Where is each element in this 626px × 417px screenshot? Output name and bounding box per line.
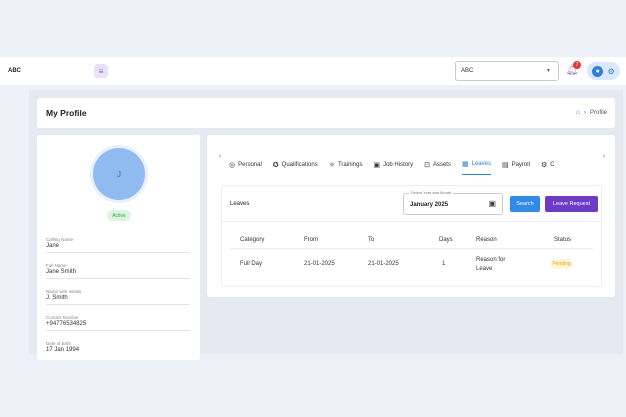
hamburger-icon: ≡ [98, 66, 104, 76]
brand-name: ABC [8, 68, 21, 74]
field-contact-number: Contact Number +94776534825 [46, 315, 190, 331]
column-header: To [368, 237, 375, 243]
tab-more[interactable]: ⚙ C [541, 147, 555, 175]
gear-icon: ⚙ [540, 161, 548, 169]
field-value: Jane Smith [46, 269, 77, 275]
field-value: +94776534825 [46, 321, 87, 327]
breadcrumb-separator: › [583, 109, 586, 116]
tab-label: Job History [383, 161, 414, 168]
field-label: Calling Name [46, 237, 74, 242]
tab-label: Personal [238, 161, 262, 168]
details-card: ‹ ◎ Personal ✪ Qualifications ⚛ Trainings ▣… [207, 135, 615, 297]
status-badge: Active [107, 210, 131, 221]
leaves-title: Leaves [230, 201, 250, 207]
leaves-panel: Leaves Select Year and Month January 202… [221, 185, 602, 287]
user-circle-icon: ◎ [229, 161, 236, 169]
chevron-down-icon: ▾ [546, 68, 550, 74]
main-content: My Profile ⌂ › Profile J Active Calling … [29, 90, 623, 360]
field-label: Date of Birth [46, 341, 72, 346]
chevron-left-icon[interactable]: ‹ [219, 147, 229, 160]
tab-label: Qualifications [281, 161, 318, 168]
field-value: 17 Jan 1994 [46, 347, 80, 353]
page-header: My Profile ⌂ › Profile [37, 98, 615, 128]
page-title: My Profile [46, 108, 87, 118]
tab-job-history[interactable]: ▣ Job History [373, 147, 413, 175]
month-picker-label: Select Year and Month [409, 190, 454, 195]
divider [222, 221, 601, 222]
cell-reason: Reason for Leave [476, 257, 506, 272]
home-icon[interactable]: ⌂ [576, 109, 580, 116]
tab-personal[interactable]: ◎ Personal [229, 147, 262, 175]
field-name-with-initials: Name with Initials J. Smith [46, 289, 190, 305]
column-header: Category [240, 237, 265, 243]
user-menu[interactable]: ● ⚙ [587, 62, 620, 80]
leave-request-button[interactable]: Leave Request [545, 196, 598, 212]
search-button[interactable]: Search [510, 196, 540, 212]
calendar-icon: ▦ [461, 161, 469, 168]
notification-badge: 7 [573, 61, 581, 69]
chevron-right-icon[interactable]: › [603, 154, 605, 160]
calendar-icon[interactable]: ▣ [488, 199, 496, 208]
column-header: Status [554, 237, 572, 243]
gear-icon[interactable]: ⚙ [608, 67, 615, 76]
tab-label: Trainings [337, 161, 363, 168]
company-select-value: ABC [461, 68, 474, 74]
company-select[interactable]: ABC ▾ [455, 61, 559, 81]
breadcrumb: ⌂ › Profile [576, 109, 607, 116]
cell-to: 21-01-2025 [368, 261, 399, 267]
tab-payroll[interactable]: ▤ Payroll [502, 147, 530, 175]
tab-label: Assets [432, 161, 451, 168]
tab-trainings[interactable]: ⚛ Trainings [329, 147, 363, 175]
tab-bar: ‹ ◎ Personal ✪ Qualifications ⚛ Trainings ▣… [219, 147, 605, 175]
field-calling-name: Calling Name Jane [46, 237, 190, 253]
field-value: J. Smith [46, 295, 68, 301]
atom-icon: ⚛ [328, 161, 335, 169]
profile-card: J Active Calling Name Jane Full Name Jan… [37, 135, 200, 360]
tab-leaves[interactable]: ▦ Leaves [461, 147, 491, 175]
cell-days: 1 [442, 261, 446, 267]
divider [230, 248, 593, 249]
field-label: Contact Number [46, 315, 79, 320]
month-picker-value: January 2025 [410, 202, 449, 208]
tab-assets[interactable]: ⊡ Assets [424, 147, 451, 175]
breadcrumb-current: Profile [589, 109, 607, 116]
field-label: Full Name [46, 263, 67, 268]
cell-from: 21-01-2025 [304, 261, 335, 267]
cell-category: Full Day [240, 261, 263, 267]
tab-label: Payroll [511, 161, 530, 168]
top-bar: ABC ≡ ABC ▾ 🔔︎ 7 ● ⚙ [0, 57, 626, 85]
award-icon: ✪ [272, 161, 279, 169]
tab-label: C [550, 161, 555, 168]
field-label: Name with Initials [46, 289, 82, 294]
column-header: From [304, 237, 318, 243]
briefcase-icon: ▣ [373, 161, 381, 169]
document-icon: ▤ [501, 161, 509, 169]
user-avatar-icon: ● [592, 65, 604, 77]
month-picker[interactable]: Select Year and Month January 2025 ▣ [403, 190, 503, 215]
column-header: Reason [476, 237, 497, 243]
column-header: Days [439, 237, 453, 243]
lock-icon: ⊡ [424, 161, 430, 169]
tab-label: Leaves [471, 161, 491, 167]
field-date-of-birth: Date of Birth 17 Jan 1994 [46, 341, 190, 356]
avatar: J [93, 148, 145, 200]
menu-toggle-button[interactable]: ≡ [94, 64, 108, 78]
field-value: Jane [46, 243, 60, 249]
field-full-name: Full Name Jane Smith [46, 263, 190, 279]
status-badge: Pending [550, 259, 573, 269]
tab-qualifications[interactable]: ✪ Qualifications [273, 147, 318, 175]
